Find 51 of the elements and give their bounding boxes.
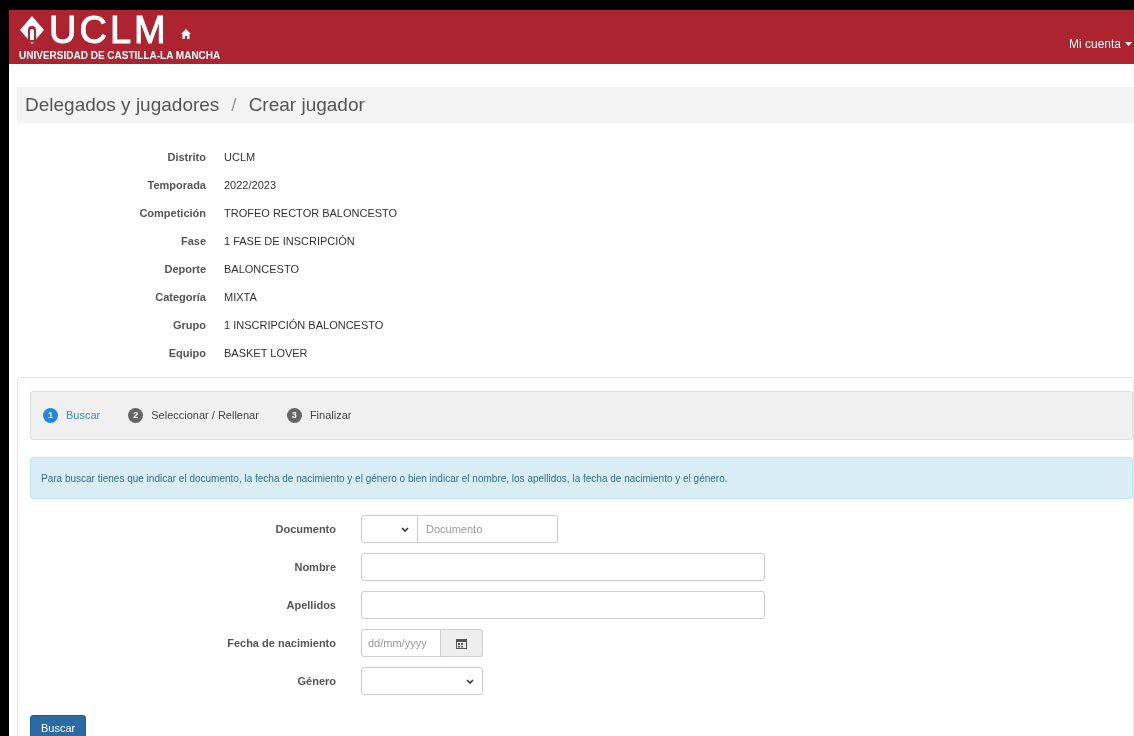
info-alert: Para buscar tienes que indicar el documento, la fecha de nacimiento y el género o bien indicar el nombre, los apellidos, la fecha de nacimiento y el género. xyxy=(30,457,1133,499)
document-type-select[interactable] xyxy=(361,515,418,543)
calendar-icon xyxy=(456,637,467,649)
logo-subtitle: UNIVERSIDAD DE CASTILLA-LA MANCHA xyxy=(19,50,221,62)
field-label: Fecha de nacimiento xyxy=(226,635,336,651)
gender-select[interactable] xyxy=(361,667,483,695)
account-menu[interactable]: Mi cuenta xyxy=(1068,35,1132,53)
field-label: Nombre xyxy=(293,559,336,575)
step-number: 3 xyxy=(286,408,302,423)
detail-label: Equipo xyxy=(167,345,206,361)
home-icon[interactable] xyxy=(180,29,191,39)
breadcrumb-item[interactable]: Delegados y jugadores xyxy=(25,90,220,120)
step-number: 1 xyxy=(43,408,58,423)
calendar-button[interactable] xyxy=(441,629,483,657)
detail-value: BASKET LOVER xyxy=(224,345,308,361)
wizard-step[interactable]: 2 Seleccionar / Rellenar xyxy=(128,407,259,424)
detail-label: Grupo xyxy=(172,317,206,333)
text-input[interactable] xyxy=(361,591,765,619)
detail-value: 1 INSCRIPCIÓN BALONCESTO xyxy=(224,317,384,333)
detail-value: 2022/2023 xyxy=(224,177,276,193)
detail-label: Fase xyxy=(179,233,206,249)
logo-text: UCLM xyxy=(49,12,169,48)
detail-label: Distrito xyxy=(166,149,206,165)
detail-value: MIXTA xyxy=(224,289,257,305)
field-label: Género xyxy=(296,673,336,689)
chevron-down-icon xyxy=(401,526,409,532)
step-label: Buscar xyxy=(66,408,101,424)
wizard-step[interactable]: 3 Finalizar xyxy=(286,407,352,424)
document-input[interactable]: Documento xyxy=(418,515,558,543)
breadcrumb-separator: / xyxy=(231,92,237,117)
search-button[interactable]: Buscar xyxy=(30,715,87,736)
step-number: 2 xyxy=(128,408,144,423)
detail-value: TROFEO RECTOR BALONCESTO xyxy=(224,205,398,221)
step-label: Finalizar xyxy=(309,408,352,424)
caret-icon xyxy=(1125,42,1132,46)
detail-label: Categoría xyxy=(154,289,206,305)
field-label: Documento xyxy=(274,521,336,537)
text-input[interactable] xyxy=(361,553,765,581)
chevron-down-icon xyxy=(466,678,474,684)
detail-value: UCLM xyxy=(224,149,256,165)
detail-label: Temporada xyxy=(146,177,206,193)
wizard-step[interactable]: 1 Buscar xyxy=(43,407,101,424)
detail-label: Deporte xyxy=(163,261,206,277)
detail-label: Competición xyxy=(138,205,206,221)
university-emblem-icon xyxy=(19,15,45,45)
detail-value: BALONCESTO xyxy=(224,261,299,277)
field-label: Apellidos xyxy=(285,597,336,613)
breadcrumb-item: Crear jugador xyxy=(248,92,365,117)
date-input[interactable]: dd/mm/yyyy xyxy=(361,629,441,657)
step-label: Seleccionar / Rellenar xyxy=(151,408,259,424)
detail-value: 1 FASE DE INSCRIPCIÓN xyxy=(224,233,355,249)
